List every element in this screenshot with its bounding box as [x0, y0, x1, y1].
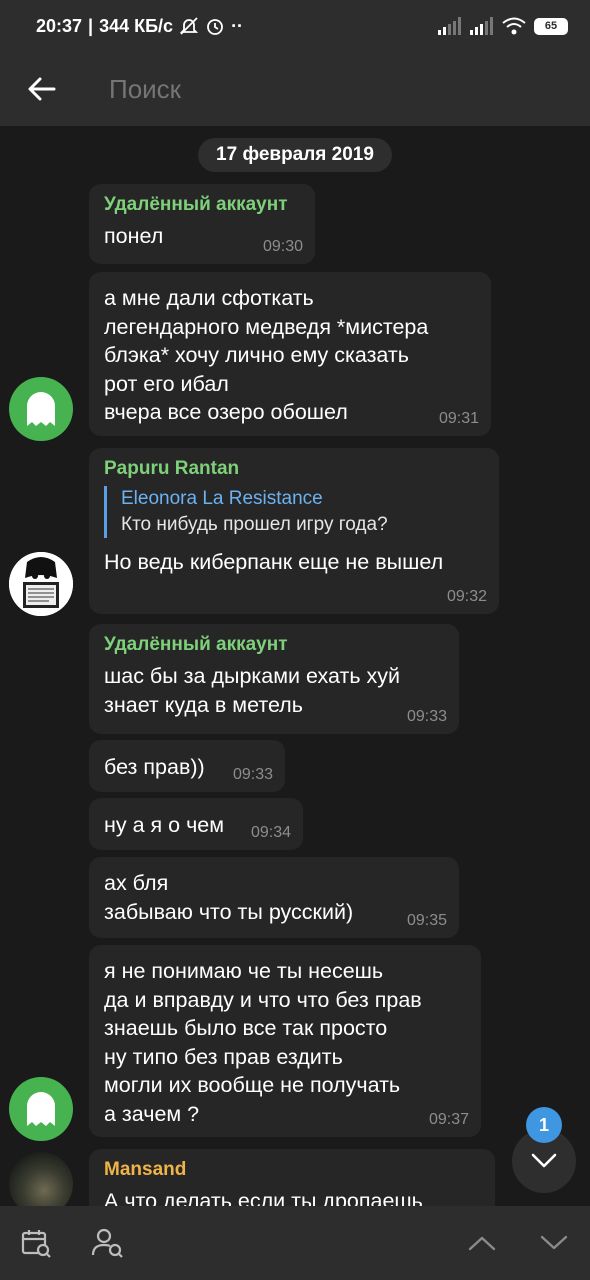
message-text: Но ведь киберпанк еще не вышел [104, 550, 444, 574]
reply-text: Кто нибудь прошел игру года? [121, 514, 388, 535]
message-time: 09:34 [250, 824, 291, 841]
message-time: 09:32 [446, 588, 487, 605]
search-input[interactable] [109, 73, 509, 105]
calendar-search-icon [21, 1230, 51, 1258]
reply-sender: Eleonora La Resistance [121, 488, 323, 509]
ghost-icon [27, 392, 55, 426]
previous-result-button[interactable] [452, 1206, 512, 1280]
signal-icon [438, 17, 461, 35]
message-time: 09:35 [406, 912, 447, 929]
search-bottom-bar [0, 1206, 590, 1280]
status-time: 20:37 [36, 15, 83, 36]
message-time: 09:33 [232, 766, 273, 783]
message-bubble[interactable]: Удалённый аккаунт понел 09:30 [89, 184, 315, 264]
message-time: 09:37 [428, 1111, 469, 1128]
status-bar: 20:37 | 344 КБ/с ·· 65 [0, 0, 590, 52]
message-text: ах бля забываю что ты русский) [104, 871, 354, 924]
back-button[interactable] [0, 52, 84, 126]
message-time: 09:33 [406, 708, 447, 725]
search-by-member-button[interactable] [78, 1206, 138, 1280]
message-bubble[interactable]: Mansand А что делать если ты дропаешь [89, 1149, 495, 1206]
message-bubble[interactable]: Удалённый аккаунт шас бы за дырками ехат… [89, 624, 459, 734]
message-time: 09:31 [438, 410, 479, 427]
reply-quote[interactable]: Eleonora La Resistance Кто нибудь прошел… [104, 486, 485, 538]
message-sender[interactable]: Удалённый аккаунт [104, 634, 445, 656]
app-bar [0, 52, 590, 126]
chevron-down-icon [540, 1235, 568, 1250]
arrow-left-icon [28, 77, 56, 101]
message-bubble[interactable]: ах бля забываю что ты русский) 09:35 [89, 857, 459, 938]
message-time: 09:30 [262, 238, 303, 255]
search-by-date-button[interactable] [6, 1206, 66, 1280]
manga-avatar-image [9, 552, 73, 616]
message-bubble[interactable]: а мне дали сфоткать легендарного медведя… [89, 272, 491, 436]
signal-icon-2 [470, 17, 493, 35]
chevron-down-icon [531, 1153, 557, 1168]
message-text: а мне дали сфоткать легендарного медведя… [104, 286, 429, 424]
wifi-icon [502, 17, 526, 35]
next-result-button[interactable] [524, 1206, 584, 1280]
battery-icon: 65 [534, 17, 568, 35]
status-speed: 344 КБ/с [99, 15, 174, 36]
message-sender[interactable]: Mansand [104, 1159, 481, 1181]
message-text: А что делать если ты дропаешь [104, 1189, 423, 1206]
alarm-icon [207, 19, 223, 35]
user-search-icon [91, 1228, 123, 1258]
message-sender[interactable]: Papuru Rantan [104, 458, 485, 480]
message-text: шас бы за дырками ехать хуй знает куда в… [104, 664, 401, 717]
message-bubble[interactable]: я не понимаю че ты несешь да и вправду и… [89, 945, 481, 1137]
ghost-icon [27, 1092, 55, 1126]
avatar-deleted-account[interactable] [9, 377, 73, 441]
date-separator: 17 февраля 2019 [198, 138, 392, 172]
message-bubble[interactable]: Papuru Rantan Eleonora La Resistance Кто… [89, 448, 499, 614]
avatar-mansand[interactable] [9, 1152, 73, 1206]
avatar-papuru-rantan[interactable] [9, 552, 73, 616]
more-dots-icon: ·· [231, 15, 244, 36]
chevron-up-icon [468, 1236, 496, 1251]
mute-notifications-icon [179, 17, 199, 35]
avatar-deleted-account[interactable] [9, 1077, 73, 1141]
message-sender[interactable]: Удалённый аккаунт [104, 194, 301, 216]
message-bubble[interactable]: ну а я о чем 09:34 [89, 798, 303, 850]
unread-count-badge: 1 [526, 1107, 562, 1143]
chat-history[interactable]: 17 февраля 2019 Удалённый аккаунт понел … [0, 126, 590, 1206]
message-bubble[interactable]: без прав)) 09:33 [89, 740, 285, 792]
message-text: я не понимаю че ты несешь да и вправду и… [104, 959, 422, 1126]
